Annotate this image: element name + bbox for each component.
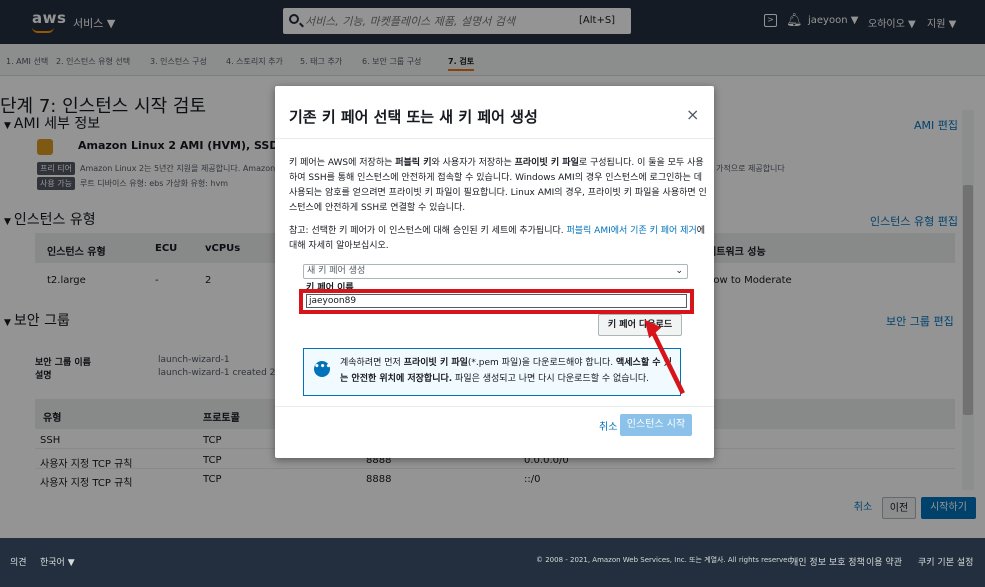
key-pair-select[interactable]: 새 키 페어 생성 ⌄ bbox=[303, 264, 688, 279]
key-pair-modal: 기존 키 페어 선택 또는 새 키 페어 생성 × 키 페어는 AWS에 저장하… bbox=[275, 86, 714, 458]
desc-bold-private-key: 프라이빗 키 파일 bbox=[514, 158, 579, 168]
highlight-box bbox=[299, 289, 694, 314]
modal-note: 참고: 선택한 키 페어가 이 인스턴스에 대해 승인된 키 세트에 추가됩니다… bbox=[289, 224, 709, 254]
modal-title: 기존 키 페어 선택 또는 새 키 페어 생성 bbox=[289, 108, 538, 126]
divider bbox=[275, 406, 714, 407]
divider bbox=[275, 138, 714, 139]
cookies-link[interactable]: 쿠키 기본 설정 bbox=[918, 555, 973, 568]
desc-bold-public-key: 퍼블릭 키 bbox=[395, 158, 432, 168]
bottom-bar: 의견 한국어 ▼ © 2008 - 2021, Amazon Web Servi… bbox=[0, 538, 985, 587]
privacy-link[interactable]: 개인 정보 보호 정책 bbox=[790, 555, 865, 568]
launch-instance-button[interactable]: 인스턴스 시작 bbox=[620, 414, 692, 436]
red-arrow-icon bbox=[644, 319, 685, 395]
language-menu[interactable]: 한국어 ▼ bbox=[40, 555, 75, 568]
info-icon: ••• bbox=[314, 361, 331, 377]
chevron-down-icon: ⌄ bbox=[675, 266, 683, 276]
info-bold: 프라이빗 키 파일 bbox=[403, 358, 468, 368]
close-icon[interactable]: × bbox=[686, 105, 699, 124]
desc-text: 키 페어는 AWS에 저장하는 bbox=[289, 158, 396, 168]
terms-link[interactable]: 이용 약관 bbox=[866, 555, 902, 568]
modal-cancel-button[interactable]: 취소 bbox=[599, 418, 617, 433]
info-part: (*.pem 파일)을 다운로드해야 합니다. bbox=[467, 358, 616, 368]
note-text: 참고: 선택한 키 페어가 이 인스턴스에 대해 승인된 키 세트에 추가됩니다… bbox=[289, 226, 567, 236]
select-value: 새 키 페어 생성 bbox=[307, 266, 366, 276]
info-part: 계속하려면 먼저 bbox=[340, 358, 404, 368]
remove-key-pair-link[interactable]: 퍼블릭 AMI에서 기존 키 페어 제거 bbox=[566, 226, 696, 236]
info-part: 파일은 생성되고 나면 다시 다운로드할 수 없습니다. bbox=[452, 374, 649, 384]
info-text: 계속하려면 먼저 프라이빗 키 파일(*.pem 파일)을 다운로드해야 합니다… bbox=[340, 355, 678, 387]
desc-text: 와 사용자가 저장하는 bbox=[431, 158, 515, 168]
info-alert: ••• 계속하려면 먼저 프라이빗 키 파일(*.pem 파일)을 다운로드해야… bbox=[303, 348, 681, 396]
feedback-link[interactable]: 의견 bbox=[10, 555, 27, 568]
copyright-text: © 2008 - 2021, Amazon Web Services, Inc.… bbox=[536, 556, 795, 564]
modal-description: 키 페어는 AWS에 저장하는 퍼블릭 키와 사용자가 저장하는 프라이빗 키 … bbox=[289, 156, 709, 216]
